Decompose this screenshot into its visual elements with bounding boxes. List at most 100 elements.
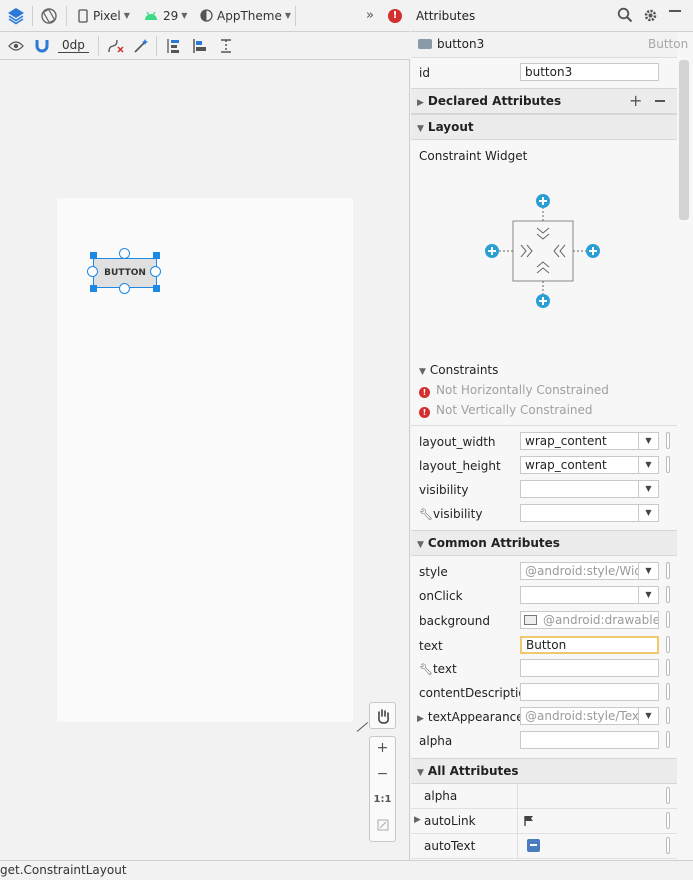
remove-attribute-button[interactable]: [655, 100, 665, 102]
all-attributes-section[interactable]: ▼ All Attributes: [411, 758, 677, 784]
error-icon[interactable]: !: [388, 0, 402, 31]
text-row: text Button: [411, 634, 677, 658]
pin-icon[interactable]: [666, 707, 670, 724]
wrench-icon: 🔧︎: [419, 663, 433, 676]
layout-width-dropdown[interactable]: wrap_content ▼: [520, 432, 659, 450]
guidelines-icon[interactable]: [219, 32, 233, 59]
all-attr-alpha-row[interactable]: alpha: [411, 784, 677, 809]
pin-icon[interactable]: [666, 562, 670, 579]
attr-value: @android:drawable/b: [543, 613, 659, 627]
anchor-left[interactable]: [87, 266, 98, 277]
device-label: Pixel: [93, 8, 121, 23]
magnet-icon[interactable]: [35, 32, 49, 59]
tools-visibility-row: 🔧︎visibility ▼: [411, 503, 677, 527]
content-description-field[interactable]: [520, 683, 659, 701]
attr-label: text: [432, 662, 457, 676]
overflow-button[interactable]: »: [366, 0, 374, 31]
pin-icon[interactable]: [666, 456, 670, 473]
zoom-fit-icon[interactable]: [370, 819, 395, 835]
pin-icon[interactable]: [666, 812, 670, 829]
minimize-icon[interactable]: [669, 10, 681, 12]
pin-icon[interactable]: [666, 586, 670, 603]
declared-attributes-section[interactable]: ▶ Declared Attributes +: [411, 88, 677, 114]
id-value: button3: [525, 65, 573, 79]
device-screen[interactable]: BUTTON: [57, 198, 353, 722]
common-attributes-section[interactable]: ▼ Common Attributes: [411, 530, 677, 556]
pin-icon[interactable]: [666, 659, 670, 676]
layout-height-row: layout_height wrap_content ▼: [411, 455, 677, 479]
background-field[interactable]: @android:drawable/b: [520, 611, 659, 629]
resize-handle-top-left[interactable]: [90, 252, 97, 259]
pin-icon[interactable]: [666, 683, 670, 700]
layout-section[interactable]: ▼ Layout: [411, 114, 677, 140]
layout-height-dropdown[interactable]: wrap_content ▼: [520, 456, 659, 474]
pin-icon[interactable]: [666, 731, 670, 748]
pin-icon[interactable]: [666, 636, 670, 653]
pin-icon[interactable]: [666, 432, 670, 449]
device-selector[interactable]: Pixel ▼: [78, 0, 130, 31]
tools-visibility-dropdown[interactable]: ▼: [520, 504, 659, 522]
attr-label: textAppearance: [427, 710, 524, 724]
visibility-dropdown[interactable]: ▼: [520, 480, 659, 498]
constraint-widget[interactable]: [481, 190, 605, 308]
pack-icon[interactable]: [165, 32, 181, 59]
button-label: BUTTON: [104, 268, 146, 278]
pin-icon[interactable]: [666, 837, 670, 854]
text-appearance-dropdown[interactable]: @android:style/Tex ▼: [520, 707, 659, 725]
zoom-reset-button[interactable]: 1:1: [370, 794, 395, 805]
add-attribute-button[interactable]: +: [629, 89, 642, 113]
attr-label: visibility: [419, 483, 469, 497]
checkbox-icon[interactable]: [527, 839, 540, 852]
attr-label: autoLink: [424, 814, 476, 828]
api-level-label: 29: [163, 8, 179, 23]
all-attr-autotext-row[interactable]: autoText: [411, 834, 677, 859]
attr-label: contentDescription: [419, 686, 534, 700]
design-canvas[interactable]: BUTTON + − 1:1: [0, 60, 410, 860]
error-text: Not Vertically Constrained: [436, 403, 593, 417]
flag-icon[interactable]: [524, 815, 534, 830]
eye-icon[interactable]: [8, 32, 24, 59]
resize-handle-top-right[interactable]: [153, 252, 160, 259]
attr-label: background: [419, 614, 490, 628]
attr-label: layout_width: [419, 435, 496, 449]
onclick-dropdown[interactable]: ▼: [520, 586, 659, 604]
constraints-toggle[interactable]: ▼ Constraints: [419, 363, 498, 377]
align-icon[interactable]: [192, 32, 208, 59]
orientation-icon[interactable]: [39, 0, 59, 31]
alpha-field[interactable]: [520, 731, 659, 749]
infer-constraints-icon[interactable]: [133, 32, 149, 59]
anchor-top[interactable]: [119, 248, 130, 259]
all-attr-autolink-row[interactable]: ▶ autoLink: [411, 809, 677, 834]
layers-icon[interactable]: [6, 0, 26, 31]
anchor-bottom[interactable]: [119, 283, 130, 294]
button-widget-icon: [418, 39, 432, 49]
style-dropdown[interactable]: @android:style/Wid ▼: [520, 562, 659, 580]
zoom-in-button[interactable]: +: [370, 740, 395, 756]
api-level-selector[interactable]: 29 ▼: [144, 0, 187, 31]
pan-tool-button[interactable]: [369, 702, 396, 729]
theme-selector[interactable]: AppTheme ▼: [200, 0, 291, 31]
attr-label: alpha: [424, 789, 458, 803]
error-icon: !: [419, 387, 430, 398]
pin-icon[interactable]: [666, 611, 670, 628]
expand-icon[interactable]: ▶: [414, 815, 421, 825]
resize-handle-bottom-right[interactable]: [153, 285, 160, 292]
default-margin-selector[interactable]: 0dp: [58, 32, 89, 59]
anchor-right[interactable]: [150, 266, 161, 277]
text-field[interactable]: Button: [520, 636, 659, 654]
search-icon[interactable]: [617, 7, 633, 26]
panel-scrollbar[interactable]: [679, 60, 689, 220]
tools-text-field[interactable]: [520, 659, 659, 677]
layout-width-row: layout_width wrap_content ▼: [411, 431, 677, 455]
id-field[interactable]: button3: [520, 63, 659, 81]
attr-label: visibility: [432, 507, 483, 521]
zoom-out-button[interactable]: −: [370, 766, 395, 782]
vertical-constraint-error: ! Not Vertically Constrained: [419, 403, 593, 418]
resize-handle-bottom-left[interactable]: [90, 285, 97, 292]
style-row: style @android:style/Wid ▼: [411, 561, 677, 585]
clear-constraints-icon[interactable]: [107, 32, 125, 59]
constraints-label: Constraints: [429, 363, 499, 377]
margin-value: 0dp: [58, 38, 89, 53]
pin-icon[interactable]: [666, 787, 670, 804]
gear-icon[interactable]: [643, 8, 658, 26]
